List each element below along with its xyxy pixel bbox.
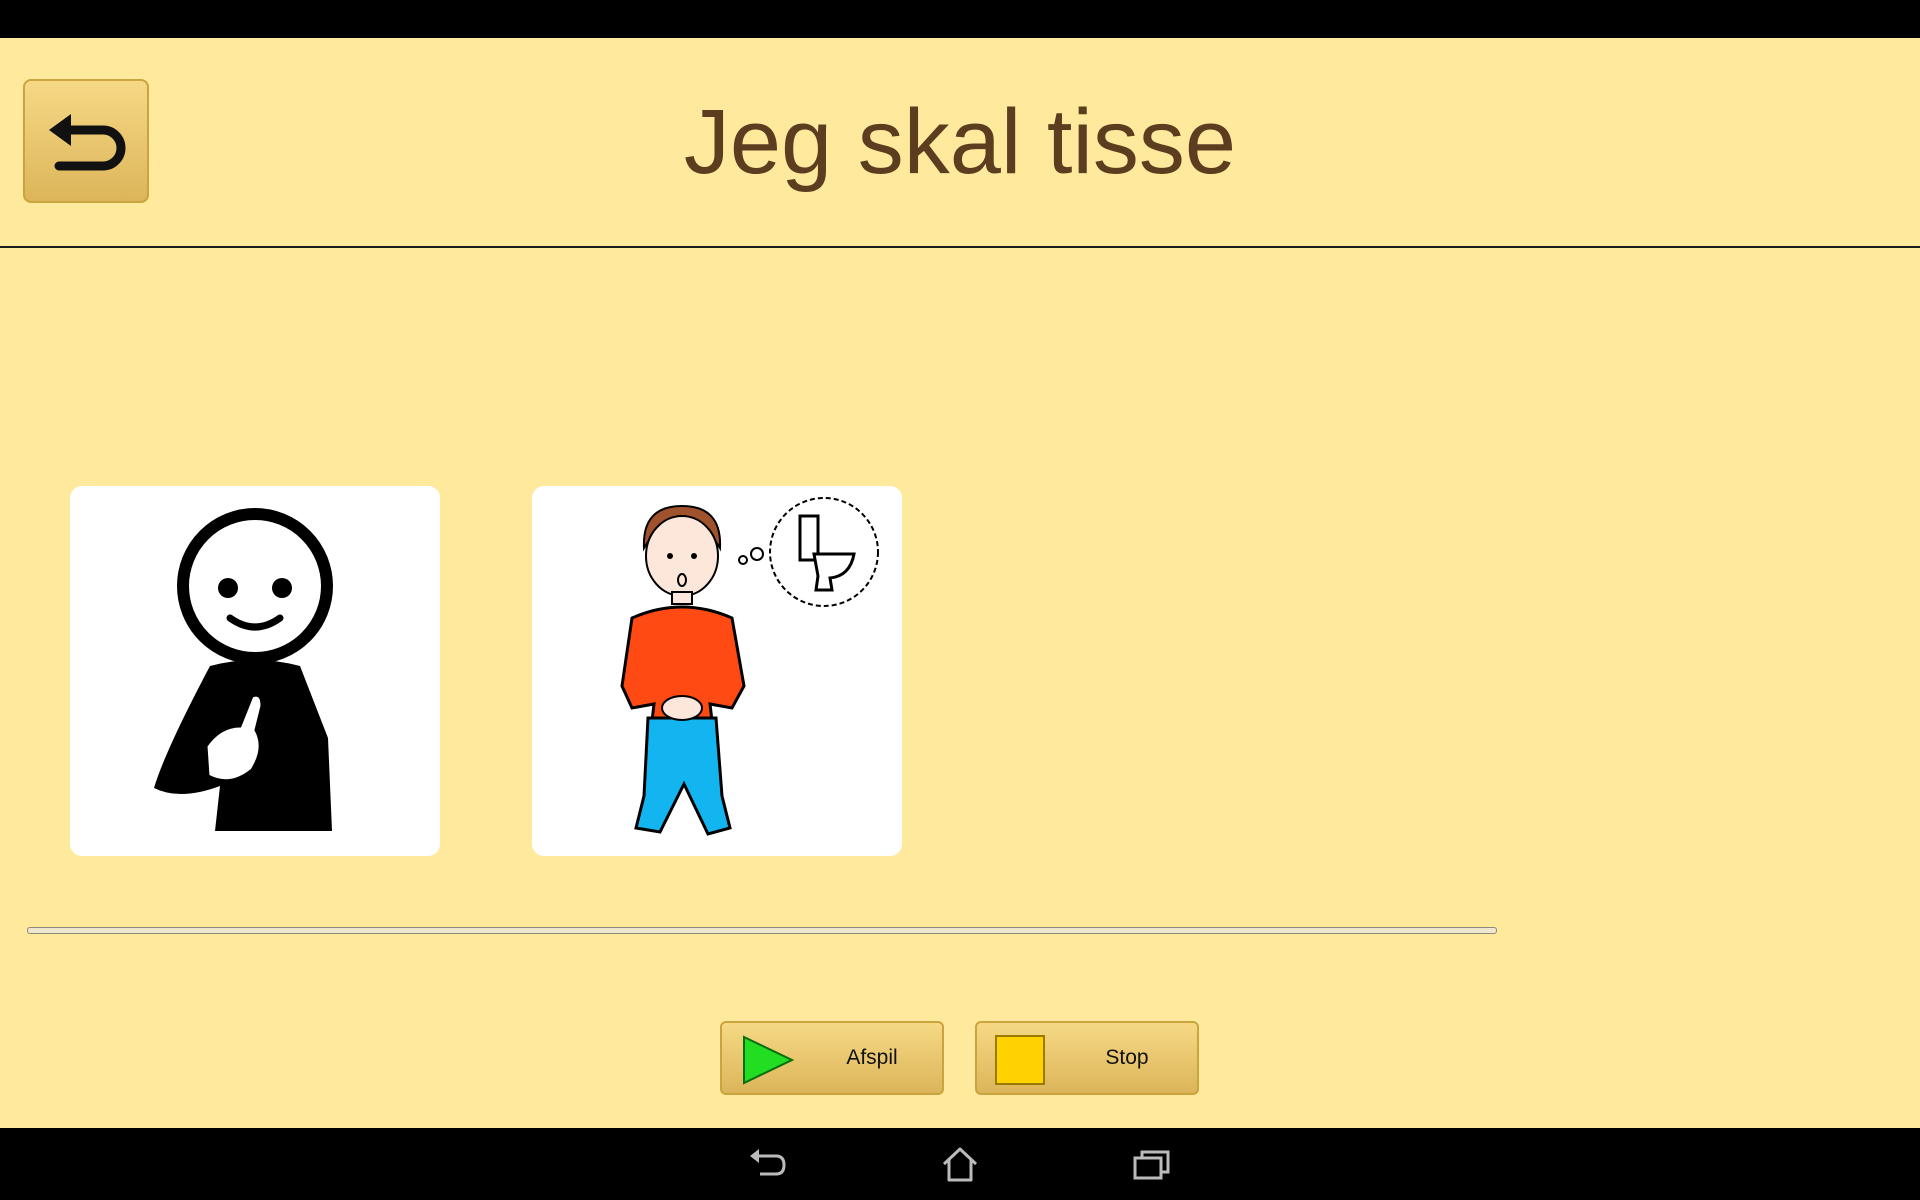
back-button[interactable] [23, 79, 149, 203]
pictogram-card-me[interactable] [70, 486, 440, 856]
system-navigation-bar [0, 1128, 1920, 1200]
header: Jeg skal tisse [0, 38, 1920, 248]
nav-back-icon[interactable] [746, 1144, 790, 1184]
app-screen: Jeg skal tisse Afspil Stop [0, 38, 1920, 1128]
nav-recent-apps-icon[interactable] [1130, 1144, 1174, 1184]
playback-progress-bar[interactable] [27, 927, 1497, 934]
boy-needs-toilet-pictogram [620, 497, 879, 836]
stop-label: Stop [1105, 1046, 1149, 1069]
play-triangle-icon [743, 1035, 795, 1085]
page-title: Jeg skal tisse [683, 90, 1237, 193]
play-label: Afspil [846, 1046, 898, 1069]
nav-home-icon[interactable] [938, 1144, 982, 1184]
stop-button[interactable]: Stop [975, 1021, 1199, 1095]
pictogram-card-pee[interactable] [532, 486, 902, 856]
status-bar [0, 0, 1920, 38]
return-arrow-icon [49, 114, 126, 171]
stop-square-icon [995, 1035, 1045, 1085]
person-pointing-self-pictogram [154, 508, 333, 831]
play-button[interactable]: Afspil [720, 1021, 944, 1095]
